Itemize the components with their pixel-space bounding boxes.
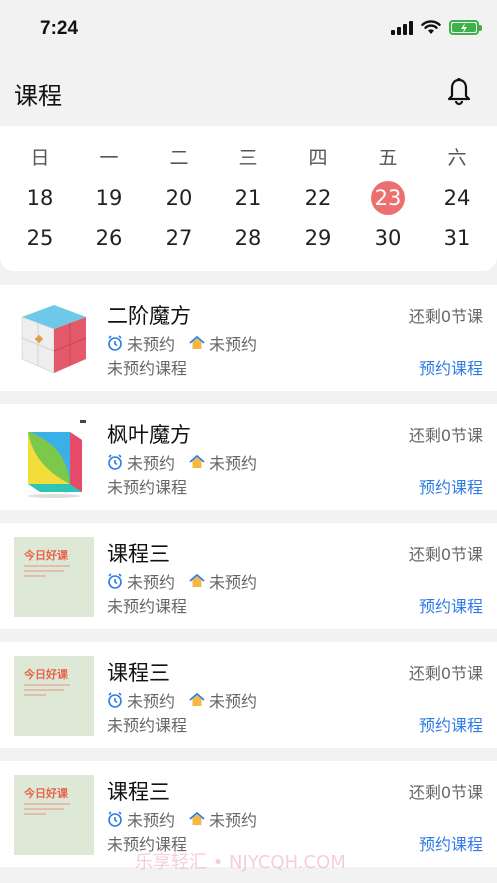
course-card[interactable]: 二阶魔方 还剩0节课 未预约 未预约 未预约课程 预约课程 (0, 285, 497, 391)
clock-icon (108, 692, 122, 708)
calendar-week-row: 25 26 27 28 29 30 31 (0, 218, 497, 258)
weekday-wed: 三 (238, 147, 258, 169)
weekday-thu: 四 (308, 147, 328, 169)
time-status: 未预约 (127, 454, 176, 473)
course-card[interactable]: 今日好课 课程三 还剩0节课 未预约 未预约 未预约课程 预约课程 (0, 523, 497, 629)
calendar-week-row: 18 19 20 21 22 23 24 (0, 178, 497, 218)
clock-icon (108, 811, 122, 827)
book-course-link[interactable]: 预约课程 (419, 712, 483, 736)
weekday-mon: 一 (99, 147, 119, 169)
book-course-link[interactable]: 预约课程 (419, 474, 483, 498)
status-icons (391, 20, 482, 35)
course-note: 未预约课程 (107, 597, 188, 616)
place-status: 未预约 (209, 335, 258, 354)
clock-icon (108, 573, 122, 589)
place-status: 未预约 (209, 454, 258, 473)
time-status: 未预约 (127, 692, 176, 711)
course-thumbnail: 今日好课 (14, 656, 94, 736)
calendar-day[interactable]: 20 (144, 178, 214, 218)
battery-icon (449, 20, 482, 35)
weekday-tue: 二 (169, 147, 189, 169)
status-bar: 7:24 (0, 0, 497, 60)
calendar-day[interactable]: 29 (283, 218, 353, 258)
weekday-sun: 日 (30, 147, 50, 169)
booking-status: 未预约 未预约 (107, 450, 271, 474)
course-thumbnail (21, 305, 87, 374)
remaining-lessons: 还剩0节课 (408, 545, 483, 564)
time-status: 未预约 (127, 335, 176, 354)
course-thumbnail: 今日好课 (14, 537, 94, 617)
booking-status: 未预约 未预约 (107, 807, 271, 831)
place-status: 未预约 (209, 573, 258, 592)
clock-icon (108, 335, 122, 351)
remaining-lessons: 还剩0节课 (408, 307, 483, 326)
course-name: 枫叶魔方 (107, 423, 191, 447)
weekday-sat: 六 (447, 147, 467, 169)
home-icon (189, 692, 205, 706)
course-card[interactable]: 今日好课 课程三 还剩0节课 未预约 未预约 未预约课程 预约课程 (0, 642, 497, 748)
course-note: 未预约课程 (107, 716, 188, 735)
thumbnail-title: 今日好课 (24, 787, 68, 800)
course-name: 二阶魔方 (107, 304, 191, 328)
watermark: 乐享轻汇 • NJYCQH.COM (135, 852, 346, 873)
page-title: 课程 (14, 82, 62, 110)
calendar-day[interactable]: 30 (353, 218, 423, 258)
weekday-header: 日 一 二 三 四 五 六 (0, 138, 497, 178)
home-icon (189, 454, 205, 468)
place-status: 未预约 (209, 811, 258, 830)
book-course-link[interactable]: 预约课程 (419, 593, 483, 617)
course-card[interactable]: 枫叶魔方 还剩0节课 未预约 未预约 未预约课程 预约课程 (0, 404, 497, 510)
course-name: 课程三 (107, 661, 170, 685)
bell-icon[interactable] (447, 78, 471, 106)
calendar-day[interactable]: 21 (213, 178, 283, 218)
today-label: 23 (374, 186, 402, 210)
status-time: 7:24 (40, 18, 79, 39)
home-icon (189, 811, 205, 825)
calendar-day[interactable]: 22 (283, 178, 353, 218)
thumbnail-title: 今日好课 (24, 668, 68, 681)
wifi-icon (421, 20, 441, 34)
weekday-fri: 五 (378, 147, 398, 169)
calendar-day[interactable]: 26 (74, 218, 144, 258)
course-name: 课程三 (107, 542, 170, 566)
clock-icon (108, 454, 122, 470)
book-course-link[interactable]: 预约课程 (419, 831, 483, 855)
home-icon (189, 573, 205, 587)
calendar-day[interactable]: 27 (144, 218, 214, 258)
remaining-lessons: 还剩0节课 (408, 783, 483, 802)
booking-status: 未预约 未预约 (107, 569, 271, 593)
home-icon (189, 335, 205, 349)
calendar-day[interactable]: 31 (422, 218, 492, 258)
thumbnail-title: 今日好课 (24, 549, 68, 562)
remaining-lessons: 还剩0节课 (408, 426, 483, 445)
remaining-lessons: 还剩0节课 (408, 664, 483, 683)
calendar-day-today[interactable]: 23 (353, 178, 423, 218)
week-calendar: 日 一 二 三 四 五 六 18 19 20 21 22 23 24 25 26… (0, 126, 497, 271)
book-course-link[interactable]: 预约课程 (419, 355, 483, 379)
header: 课程 (0, 60, 497, 124)
calendar-day[interactable]: 28 (213, 218, 283, 258)
course-note: 未预约课程 (107, 478, 188, 497)
calendar-day[interactable]: 19 (74, 178, 144, 218)
calendar-day[interactable]: 25 (5, 218, 75, 258)
signal-icon (391, 20, 413, 35)
time-status: 未预约 (127, 573, 176, 592)
time-status: 未预约 (127, 811, 176, 830)
calendar-day[interactable]: 24 (422, 178, 492, 218)
calendar-day[interactable]: 18 (5, 178, 75, 218)
course-note: 未预约课程 (107, 359, 188, 378)
booking-status: 未预约 未预约 (107, 688, 271, 712)
place-status: 未预约 (209, 692, 258, 711)
course-name: 课程三 (107, 780, 170, 804)
booking-status: 未预约 未预约 (107, 331, 271, 355)
course-thumbnail (28, 420, 86, 498)
course-thumbnail: 今日好课 (14, 775, 94, 855)
